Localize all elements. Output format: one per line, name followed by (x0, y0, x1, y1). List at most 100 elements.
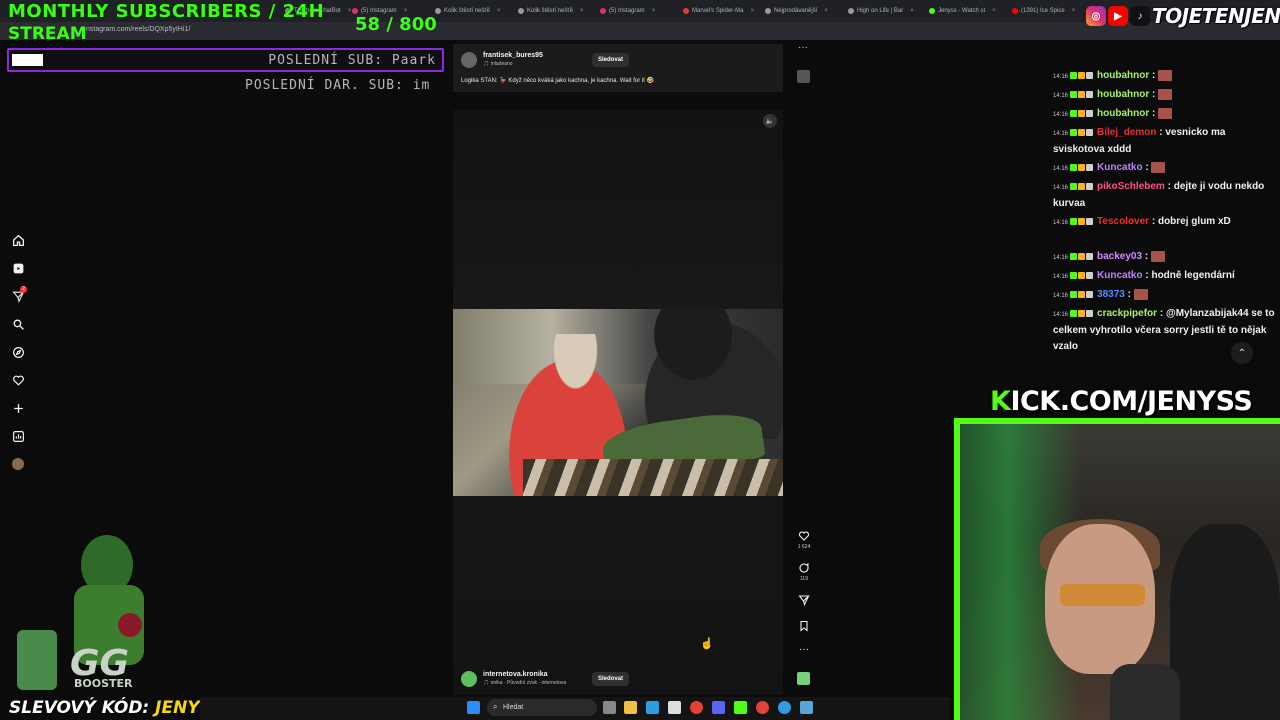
top-post-more-icon[interactable]: ··· (798, 42, 808, 53)
chat-username[interactable]: Kuncatko (1097, 162, 1143, 173)
bottom-post-follow-button[interactable]: Sledovat (592, 672, 630, 686)
chat-username[interactable]: pikoSchlebem (1097, 181, 1165, 192)
tab-label: (5) Instagram (609, 8, 645, 14)
tab-close-icon[interactable]: × (910, 8, 914, 14)
file-explorer-icon[interactable] (624, 701, 637, 714)
tab-close-icon[interactable]: × (580, 8, 584, 14)
address-url[interactable]: nstagram.com/reels/DQXp5yIHi1/ (86, 26, 190, 33)
browser-app-icon[interactable] (778, 701, 791, 714)
chat-username[interactable]: Kuncatko (1097, 270, 1143, 281)
bottom-post-audio-thumb[interactable] (797, 672, 810, 685)
chat-badge-icon (1070, 252, 1078, 260)
chat-message: 14:16 Tescolover : dobrej glum xD (1053, 214, 1275, 231)
chat-badge-icon (1078, 252, 1086, 260)
messages-icon[interactable]: 2 (8, 286, 28, 306)
chat-timestamp: 14:16 (1053, 293, 1069, 299)
browser-tab[interactable]: Kolik štěstí nešťě × (435, 4, 515, 18)
create-icon[interactable] (8, 398, 28, 418)
chat-username[interactable]: crackpipefor (1097, 308, 1157, 319)
home-icon[interactable] (8, 230, 28, 250)
browser-tab[interactable]: (5) Instagram × (600, 4, 680, 18)
edge-icon[interactable] (646, 701, 659, 714)
dashboard-icon[interactable] (8, 426, 28, 446)
chat-timestamp: 14:16 (1053, 274, 1069, 280)
top-post-avatar[interactable] (461, 52, 477, 68)
windows-start-icon[interactable] (467, 701, 480, 714)
chrome-icon[interactable] (690, 701, 703, 714)
top-post-audio[interactable]: 🎵 mladeano (483, 61, 513, 67)
save-button[interactable] (795, 620, 813, 632)
chat-timestamp: 14:16 (1053, 166, 1069, 172)
browser-tab[interactable]: High on Life | Bar × (848, 4, 928, 18)
browser-tab[interactable]: Jenyss - Watch st × (929, 4, 1009, 18)
profile-avatar[interactable] (8, 454, 28, 474)
taskbar-search-placeholder: Hledat (503, 704, 524, 711)
tab-label: (1391) Ice Spice (1021, 8, 1065, 14)
store-icon[interactable] (668, 701, 681, 714)
browser-tab[interactable]: Nejprodávanější × (765, 4, 845, 18)
chat-badge-icon (1078, 182, 1086, 190)
chat-separator: : (1142, 162, 1152, 173)
chat-username[interactable]: Bilej_demon (1097, 127, 1156, 138)
task-view-icon[interactable] (603, 701, 616, 714)
like-button[interactable]: 1 624 (795, 530, 813, 550)
top-post-username[interactable]: frantisek_bures95 (483, 52, 543, 59)
kick-app-icon[interactable] (734, 701, 747, 714)
kick-initial: K (990, 386, 1011, 417)
bottom-post-audio[interactable]: 🎵 onika · Původní zvuk · internetova (483, 680, 566, 686)
chat-badge-icon (1086, 109, 1094, 117)
more-options-icon[interactable]: ··· (795, 644, 813, 655)
chat-timestamp: 14:16 (1053, 185, 1069, 191)
chat-badge-icon (1086, 71, 1094, 79)
tab-close-icon[interactable]: × (348, 8, 352, 14)
sub-goal: / 800 (386, 14, 437, 35)
reels-icon[interactable] (8, 258, 28, 278)
video-frame[interactable] (453, 309, 783, 496)
chat-separator: : (1157, 308, 1166, 319)
chat-message: 14:16 houbahnor : (1053, 87, 1275, 104)
top-post-audio-thumb[interactable] (797, 70, 810, 83)
progress-fill (12, 54, 43, 66)
chat-badge-icon (1086, 290, 1094, 298)
tab-close-icon[interactable]: × (824, 8, 828, 14)
chrome-alt-icon[interactable] (756, 701, 769, 714)
chat-badge-icon (1086, 128, 1094, 136)
tab-close-icon[interactable]: × (1072, 8, 1076, 14)
chat-timestamp: 14:16 (1053, 131, 1069, 137)
comment-icon (799, 562, 809, 573)
share-button[interactable] (795, 594, 813, 606)
chat-badge-icon (1086, 217, 1094, 225)
tab-close-icon[interactable]: × (992, 8, 996, 14)
chevron-up-icon[interactable]: ⌃ (1231, 342, 1253, 364)
chat-username[interactable]: houbahnor (1097, 70, 1149, 81)
tab-close-icon[interactable]: × (652, 8, 656, 14)
discord-icon[interactable] (712, 701, 725, 714)
heart-icon[interactable] (8, 370, 28, 390)
chat-username[interactable]: 38373 (1097, 289, 1125, 300)
taskbar-search[interactable]: ⌕ Hledat (487, 699, 597, 716)
mute-icon[interactable]: 🔈 (763, 114, 777, 128)
tab-close-icon[interactable]: × (751, 8, 755, 14)
chat-emote (1158, 88, 1173, 100)
chat-emote (1158, 69, 1173, 81)
chat-badge-icon (1078, 71, 1086, 79)
chat-badge-icon (1086, 163, 1094, 171)
notepad-icon[interactable] (800, 701, 813, 714)
search-icon[interactable] (8, 314, 28, 334)
chat-username[interactable]: Tescolover (1097, 216, 1149, 227)
chat-username[interactable]: backey03 (1097, 251, 1142, 262)
chat-username[interactable]: houbahnor (1097, 108, 1149, 119)
comment-button[interactable]: 119 (795, 562, 813, 582)
bottom-post-username[interactable]: internetova.kronika (483, 671, 548, 678)
browser-tab[interactable]: Marvel's Spider-Ma × (683, 4, 763, 18)
browser-tab[interactable]: Kolik štěstí nešťě × (518, 4, 598, 18)
tab-close-icon[interactable]: × (497, 8, 501, 14)
bottom-post-avatar[interactable] (461, 671, 477, 687)
chat-username[interactable]: houbahnor (1097, 89, 1149, 100)
top-post-follow-button[interactable]: Sledovat (592, 53, 630, 67)
tiktok-icon: ♪ (1130, 6, 1150, 26)
browser-tab[interactable]: (1391) Ice Spice × (1012, 4, 1092, 18)
chat-timestamp: 14:16 (1053, 112, 1069, 118)
social-icons: ◎ ▶ ♪ (1086, 6, 1150, 26)
explore-icon[interactable] (8, 342, 28, 362)
